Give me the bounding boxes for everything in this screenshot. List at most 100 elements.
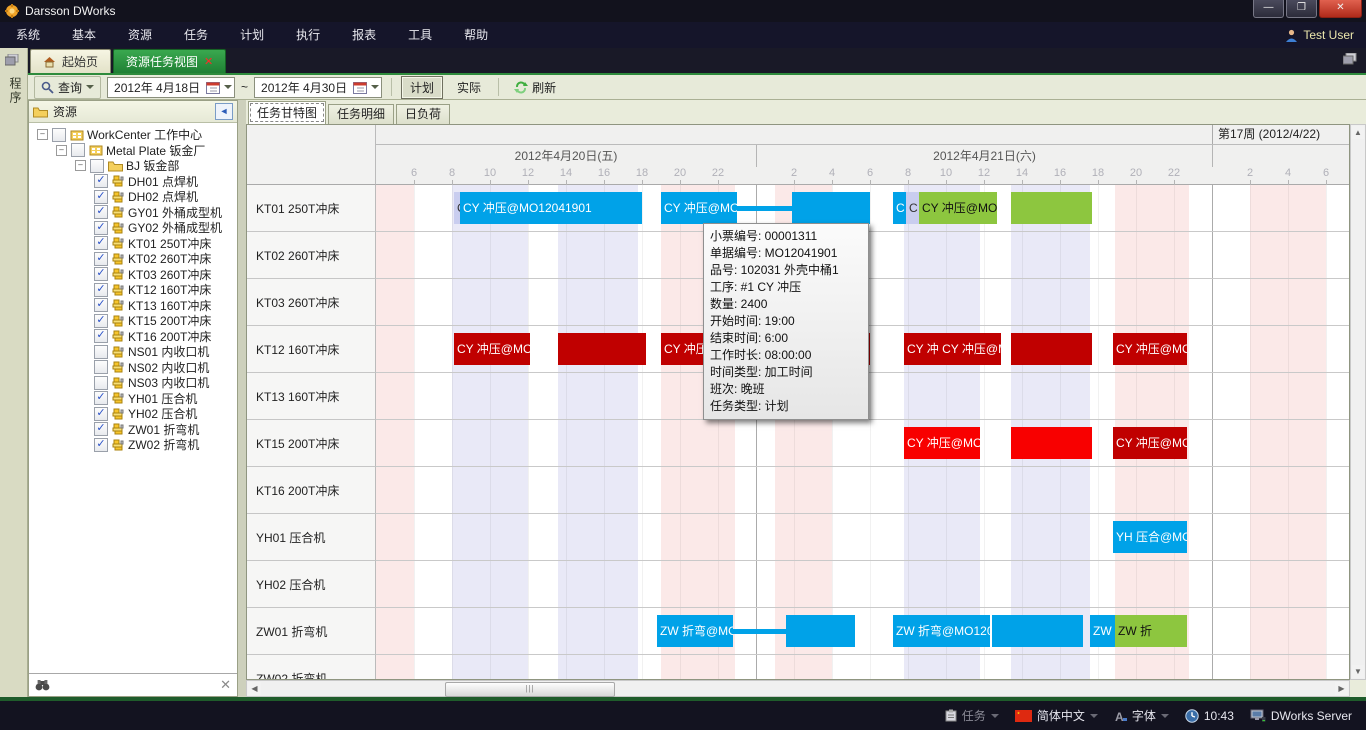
chevron-down-icon[interactable] <box>1161 714 1169 718</box>
tree-checkbox[interactable]: ✓ <box>94 190 108 204</box>
task-bar[interactable] <box>792 192 870 224</box>
tree-node[interactable]: ✓KT02 260T冲床 <box>29 251 237 267</box>
calendar-icon[interactable] <box>206 81 220 94</box>
tree-node[interactable]: ✓KT03 260T冲床 <box>29 267 237 283</box>
scroll-down-icon[interactable]: ▼ <box>1352 665 1364 678</box>
chevron-down-icon[interactable] <box>224 85 232 89</box>
collapse-panel-button[interactable]: ◄ <box>215 103 233 120</box>
task-bar[interactable]: CY 冲压@MO1 <box>1113 427 1187 459</box>
tree-expander-icon[interactable]: – <box>56 145 67 156</box>
task-bar[interactable]: C <box>906 192 919 224</box>
tree-node[interactable]: NS02 内收口机 <box>29 360 237 376</box>
task-bar[interactable] <box>1011 427 1092 459</box>
tree-checkbox[interactable]: ✓ <box>94 422 108 436</box>
tree-expander-icon[interactable]: – <box>37 129 48 140</box>
tree-node[interactable]: ✓KT16 200T冲床 <box>29 329 237 345</box>
tree-checkbox[interactable]: ✓ <box>94 221 108 235</box>
task-bar[interactable] <box>992 615 1083 647</box>
tree-node[interactable]: NS03 内收口机 <box>29 375 237 391</box>
task-bar[interactable]: CY 冲压@MO12041901 <box>460 192 642 224</box>
date-from-field[interactable]: 2012年 4月18日 <box>107 77 235 98</box>
window-list-icon[interactable] <box>1343 53 1358 65</box>
menu-item-帮助[interactable]: 帮助 <box>448 22 504 48</box>
task-bar[interactable]: CY 冲压@MO12041902 <box>919 192 997 224</box>
tree-node[interactable]: ✓YH02 压合机 <box>29 406 237 422</box>
tree-node[interactable]: NS01 内收口机 <box>29 344 237 360</box>
tree-checkbox[interactable]: ✓ <box>94 252 108 266</box>
scroll-left-icon[interactable]: ◀ <box>248 682 261 695</box>
menu-item-工具[interactable]: 工具 <box>392 22 448 48</box>
menu-item-系统[interactable]: 系统 <box>0 22 56 48</box>
date-to-field[interactable]: 2012年 4月30日 <box>254 77 382 98</box>
calendar-icon[interactable] <box>353 81 367 94</box>
tree-node[interactable]: ✓KT13 160T冲床 <box>29 298 237 314</box>
chevron-down-icon[interactable] <box>86 85 94 89</box>
tree-node[interactable]: ✓GY01 外桶成型机 <box>29 205 237 221</box>
tree-checkbox[interactable] <box>71 143 85 157</box>
tree-checkbox[interactable]: ✓ <box>94 283 108 297</box>
tree-node[interactable]: ✓DH02 点焊机 <box>29 189 237 205</box>
status-item-10:43[interactable]: 10:43 <box>1185 709 1234 723</box>
tree-checkbox[interactable] <box>94 376 108 390</box>
horizontal-scrollbar[interactable]: ◀ ▶ ||| <box>246 680 1350 697</box>
task-bar[interactable]: CY 冲压@MO12041901 <box>661 192 737 224</box>
tree-node[interactable]: –Metal Plate 钣金厂 <box>29 143 237 159</box>
vertical-scrollbar[interactable]: ▲ ▼ <box>1350 124 1366 680</box>
tree-node[interactable]: ✓DH01 点焊机 <box>29 174 237 190</box>
tree-checkbox[interactable]: ✓ <box>94 298 108 312</box>
status-item-任务[interactable]: 任务 <box>945 707 999 724</box>
task-bar[interactable]: CY 冲压@MO12041903 <box>904 427 980 459</box>
tree-checkbox[interactable]: ✓ <box>94 174 108 188</box>
chevron-down-icon[interactable] <box>991 714 999 718</box>
scroll-up-icon[interactable]: ▲ <box>1352 126 1364 139</box>
task-bar[interactable]: ZW 折弯@MO12041901 <box>657 615 733 647</box>
query-button[interactable]: 查询 <box>34 76 101 99</box>
scroll-right-icon[interactable]: ▶ <box>1335 682 1348 695</box>
tree-node[interactable]: ✓YH01 压合机 <box>29 391 237 407</box>
tree-node[interactable]: ✓KT12 160T冲床 <box>29 282 237 298</box>
scrollbar-thumb[interactable]: ||| <box>445 682 615 697</box>
tree-node[interactable]: ✓KT15 200T冲床 <box>29 313 237 329</box>
menu-item-任务[interactable]: 任务 <box>168 22 224 48</box>
tree-expander-icon[interactable]: – <box>75 160 86 171</box>
tree-node[interactable]: ✓KT01 250T冲床 <box>29 236 237 252</box>
restore-button[interactable]: ❐ <box>1286 0 1317 18</box>
task-bar[interactable]: CY 冲压@MO12041904 <box>454 333 530 365</box>
tree-checkbox[interactable] <box>94 345 108 359</box>
tree-node[interactable]: ✓GY02 外桶成型机 <box>29 220 237 236</box>
actual-toggle-button[interactable]: 实际 <box>449 77 489 98</box>
tree-node[interactable]: ✓ZW01 折弯机 <box>29 422 237 438</box>
task-bar[interactable] <box>1011 192 1092 224</box>
tree-checkbox[interactable]: ✓ <box>94 314 108 328</box>
status-item-字体[interactable]: A字体 <box>1114 707 1169 724</box>
tree-checkbox[interactable]: ✓ <box>94 267 108 281</box>
plan-toggle-button[interactable]: 计划 <box>401 76 443 99</box>
close-button[interactable]: ✕ <box>1319 0 1362 18</box>
menu-item-资源[interactable]: 资源 <box>112 22 168 48</box>
tree-checkbox[interactable]: ✓ <box>94 236 108 250</box>
task-bar[interactable]: CY 冲压@MO1 <box>1113 333 1187 365</box>
task-bar[interactable]: YH 压合@MO1 <box>1113 521 1187 553</box>
menu-item-基本[interactable]: 基本 <box>56 22 112 48</box>
panel-splitter[interactable] <box>238 100 246 697</box>
chevron-down-icon[interactable] <box>371 85 379 89</box>
tab-resource-task-view[interactable]: 资源任务视图 ✕ <box>113 49 226 73</box>
menu-item-执行[interactable]: 执行 <box>280 22 336 48</box>
task-bar[interactable]: C <box>893 192 906 224</box>
tree-checkbox[interactable]: ✓ <box>94 329 108 343</box>
tree-checkbox[interactable]: ✓ <box>94 407 108 421</box>
task-bar[interactable] <box>558 333 646 365</box>
task-bar[interactable]: ZW <box>1090 615 1115 647</box>
tree-checkbox[interactable]: ✓ <box>94 391 108 405</box>
find-close-icon[interactable]: ✕ <box>220 677 231 693</box>
tree-node[interactable]: –BJ 钣金部 <box>29 158 237 174</box>
tree-checkbox[interactable]: ✓ <box>94 205 108 219</box>
menu-item-计划[interactable]: 计划 <box>224 22 280 48</box>
minimize-button[interactable]: — <box>1253 0 1284 18</box>
tree-checkbox[interactable]: ✓ <box>94 438 108 452</box>
subtab-日负荷[interactable]: 日负荷 <box>396 104 450 124</box>
status-item-简体中文[interactable]: 简体中文 <box>1015 707 1098 724</box>
tree-checkbox[interactable] <box>90 159 104 173</box>
refresh-button[interactable]: 刷新 <box>508 77 562 98</box>
subtab-任务甘特图[interactable]: 任务甘特图 <box>248 101 326 124</box>
